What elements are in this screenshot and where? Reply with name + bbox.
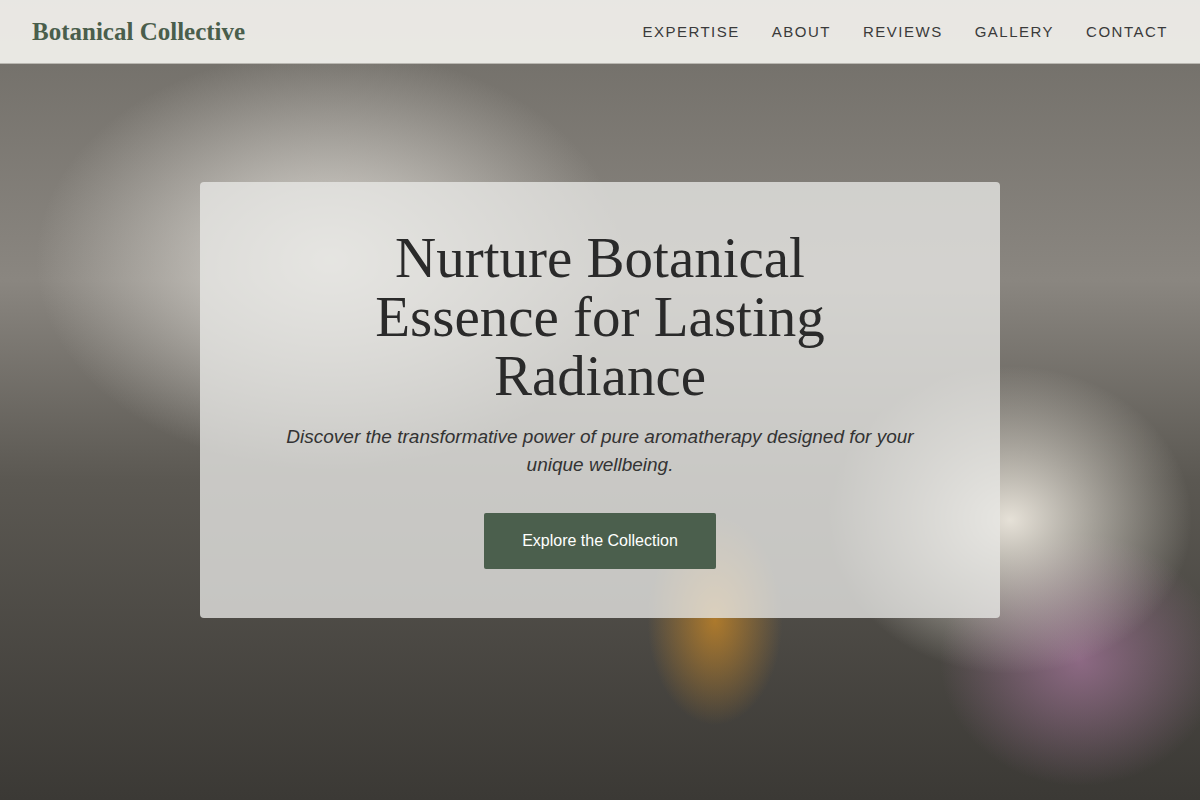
nav-link[interactable]: REVIEWS [863,23,943,40]
nav-link[interactable]: CONTACT [1086,23,1168,40]
hero-title: Nurture Botanical Essence for Lasting Ra… [320,228,880,405]
hero-card: Nurture Botanical Essence for Lasting Ra… [200,182,1000,618]
nav-link[interactable]: EXPERTISE [642,23,739,40]
brand-logo[interactable]: Botanical Collective [32,18,245,46]
page: Botanical Collective EXPERTISE ABOUT REVIEW… [0,0,1200,800]
nav-link[interactable]: GALLERY [975,23,1054,40]
main-nav: EXPERTISE ABOUT REVIEWS GALLERY CONTACT [642,23,1168,40]
hero-section: Nurture Botanical Essence for Lasting Ra… [0,64,1200,800]
hero-subtitle: Discover the transformative power of pur… [260,423,940,479]
explore-button[interactable]: Explore the Collection [484,513,716,569]
site-header: Botanical Collective EXPERTISE ABOUT REVIEW… [0,0,1200,64]
nav-link[interactable]: ABOUT [772,23,831,40]
